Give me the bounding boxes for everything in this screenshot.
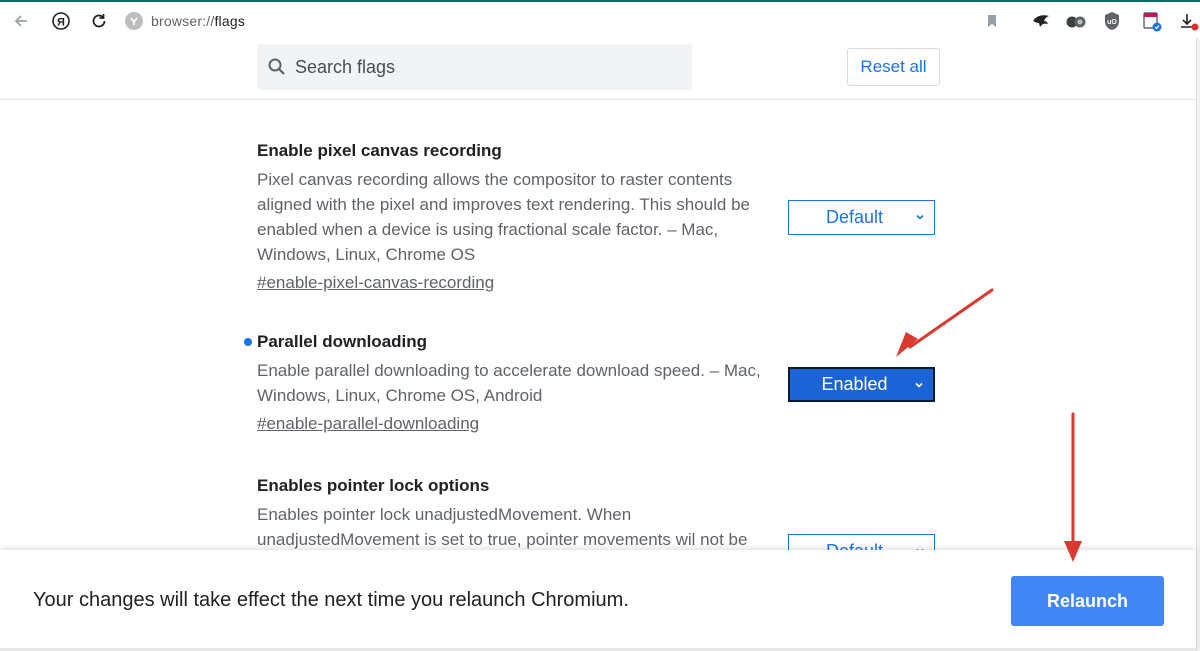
flags-list: Enable pixel canvas recording Pixel canv… — [0, 100, 1196, 550]
page-scrollbar[interactable] — [1196, 38, 1200, 651]
extension-bird-icon[interactable] — [1030, 10, 1052, 32]
back-icon[interactable] — [10, 10, 32, 32]
reload-icon[interactable] — [88, 10, 110, 32]
address-bar[interactable]: browser://flags — [125, 10, 245, 32]
search-flags-box[interactable] — [257, 44, 692, 90]
search-flags-input[interactable] — [295, 56, 665, 78]
flag-select-value: Default — [825, 207, 884, 227]
flag-anchor-link[interactable]: #enable-parallel-downloading — [257, 411, 479, 436]
flag-title: Enable pixel canvas recording — [257, 141, 502, 160]
url-scheme: browser:// — [151, 13, 215, 29]
flag-item-pointer-lock-options: Enables pointer lock options Enables poi… — [257, 475, 777, 550]
browser-toolbar: Я browser://flags uO — [0, 0, 1200, 38]
flag-item-pixel-canvas-recording: Enable pixel canvas recording Pixel canv… — [257, 140, 777, 295]
flag-select-value: Default — [826, 541, 883, 550]
url-path: flags — [214, 13, 246, 29]
flags-header: Reset all — [0, 38, 1196, 100]
chevron-down-icon — [916, 214, 924, 220]
yandex-logo-icon[interactable]: Я — [50, 10, 72, 32]
relaunch-button[interactable]: Relaunch — [1011, 576, 1164, 626]
flag-description: Enable parallel downloading to accelerat… — [257, 361, 761, 405]
ublock-origin-icon[interactable]: uO — [1101, 10, 1123, 32]
svg-text:Я: Я — [57, 17, 65, 29]
download-icon[interactable] — [1179, 10, 1200, 32]
extension-glasses-icon[interactable] — [1065, 10, 1087, 32]
chevron-down-icon — [915, 382, 923, 388]
bookmark-icon[interactable] — [981, 10, 1003, 32]
site-info-icon[interactable] — [125, 12, 143, 30]
flag-title: Parallel downloading — [257, 332, 428, 351]
url-text[interactable]: browser://flags — [151, 13, 245, 29]
flag-description: Enables pointer lock unadjustedMovement.… — [257, 505, 748, 549]
svg-text:uO: uO — [1107, 19, 1117, 26]
reset-all-button[interactable]: Reset all — [847, 48, 940, 86]
flag-select-parallel-downloading[interactable]: Enabled — [788, 367, 935, 402]
modified-indicator-dot — [244, 338, 252, 346]
search-icon — [268, 58, 285, 75]
flag-select-value: Enabled — [821, 374, 888, 394]
flag-item-parallel-downloading: Parallel downloading Enable parallel dow… — [244, 331, 777, 436]
relaunch-message: Your changes will take effect the next t… — [33, 589, 629, 611]
extension-calendar-icon[interactable] — [1141, 10, 1163, 32]
flag-select-pixel-canvas-recording[interactable]: Default — [788, 200, 935, 235]
flag-anchor-link[interactable]: #enable-pixel-canvas-recording — [257, 270, 494, 295]
flag-description: Pixel canvas recording allows the compos… — [257, 170, 750, 264]
flag-select-pointer-lock-options[interactable]: Default — [788, 534, 935, 550]
flag-title: Enables pointer lock options — [257, 476, 490, 495]
relaunch-bar: Your changes will take effect the next t… — [0, 550, 1196, 651]
